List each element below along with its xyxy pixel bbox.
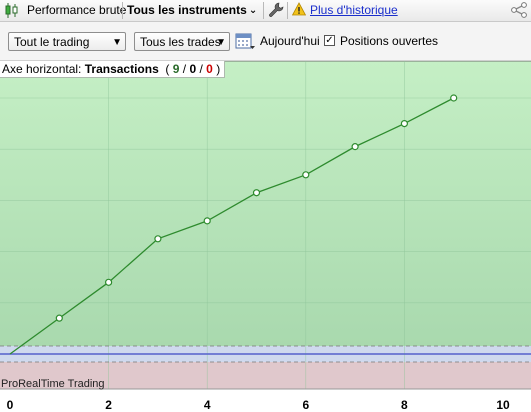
data-point [252,189,261,197]
trades-select-value: Tous les trades [140,35,221,49]
data-point [400,119,408,128]
open-positions-checkbox[interactable]: ✓ [324,35,335,46]
axis-header-prefix: Axe horizontal: [2,62,82,76]
axis-header-mode[interactable]: Transactions [85,62,159,76]
performance-brute-button[interactable]: Performance brute [27,0,126,21]
data-point [302,171,310,179]
chevron-down-icon: ▼ [112,37,122,48]
transactions-count: 9 [172,62,180,76]
chevron-down-icon: ▼ [216,37,226,48]
data-point [203,217,211,225]
warning-icon [291,2,307,23]
data-point [154,235,162,243]
horizontal-axis-header: Axe horizontal: Transactions ( 9 / 0 / 0… [0,61,226,78]
x-tick-label: 2 [105,398,112,412]
toolbar-divider [287,2,288,19]
filter-bar: Tout le trading ▼ Tous les trades ▼ Aujo… [0,22,531,61]
share-icon[interactable] [511,2,527,23]
candlestick-icon[interactable] [4,2,20,23]
data-point [450,94,458,102]
x-tick-label: 10 [496,398,510,412]
open-positions-label: Positions ouvertes [340,34,439,48]
calendar-icon[interactable] [235,31,256,54]
toolbar-divider [263,2,264,19]
top-toolbar: Performance brute Tous les instruments ⌄ … [0,0,531,22]
equity-chart[interactable] [0,61,531,411]
today-label[interactable]: Aujourd'hui [260,34,320,48]
more-history-link[interactable]: Plus d'historique [310,0,398,21]
chevron-down-icon: ⌄ [248,5,258,16]
x-tick-label: 8 [401,398,408,412]
watermark: ProRealTime Trading [1,378,105,390]
trading-select-value: Tout le trading [14,35,90,49]
x-tick-label: 0 [6,398,14,412]
instruments-dropdown[interactable]: Tous les instruments ⌄ [127,0,257,21]
instruments-dropdown-label: Tous les instruments [127,3,247,17]
trades-select[interactable]: Tous les trades ▼ [134,32,230,51]
x-tick-label: 6 [302,398,310,412]
trading-select[interactable]: Tout le trading ▼ [8,32,126,51]
x-tick-label: 4 [203,398,211,412]
wrench-icon[interactable] [268,2,284,23]
toolbar-divider [122,2,123,19]
neutral-count: 0 [189,62,197,76]
data-point [104,278,113,286]
data-point [55,314,63,322]
losing-count: 0 [206,62,213,76]
data-point [351,143,359,151]
